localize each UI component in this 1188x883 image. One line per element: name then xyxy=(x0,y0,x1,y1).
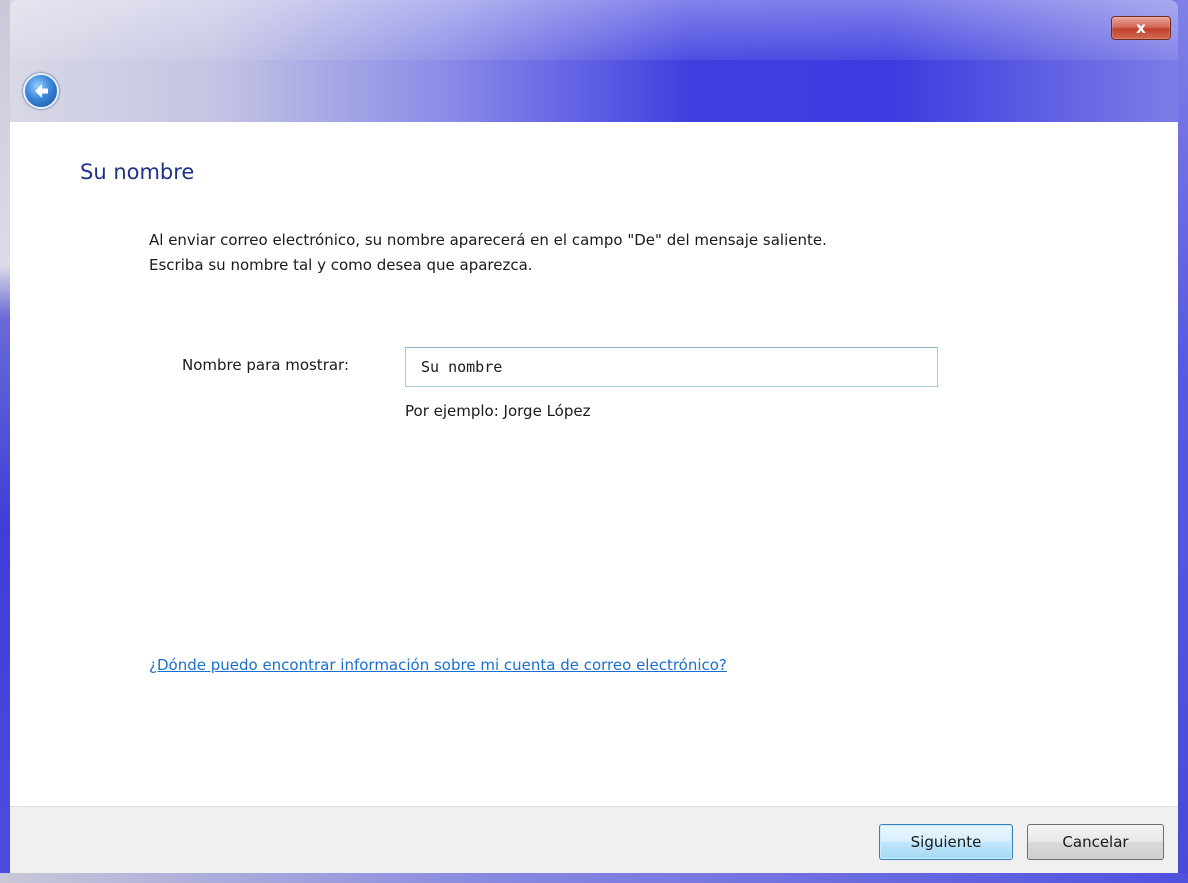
display-name-label: Nombre para mostrar: xyxy=(182,356,350,374)
cancel-button[interactable]: Cancelar xyxy=(1027,824,1164,860)
title-bar-sheen xyxy=(10,0,1178,60)
wizard-window: x Su nombre Al enviar correo electrónico… xyxy=(0,0,1188,883)
wizard-content xyxy=(10,122,1178,806)
window-frame-left xyxy=(0,0,10,883)
example-text: Por ejemplo: Jorge López xyxy=(405,402,591,420)
display-name-input[interactable] xyxy=(405,347,938,387)
back-arrow-icon xyxy=(35,84,48,98)
intro-line-1: Al enviar correo electrónico, su nombre … xyxy=(149,231,827,249)
close-icon: x xyxy=(1136,19,1146,37)
intro-text: Al enviar correo electrónico, su nombre … xyxy=(149,228,827,278)
help-link[interactable]: ¿Dónde puedo encontrar información sobre… xyxy=(149,656,727,674)
page-title: Su nombre xyxy=(80,160,195,184)
back-button[interactable] xyxy=(23,73,59,109)
next-button[interactable]: Siguiente xyxy=(879,824,1013,860)
intro-line-2: Escriba su nombre tal y como desea que a… xyxy=(149,256,533,274)
window-frame-bottom xyxy=(0,873,1188,883)
window-frame-right xyxy=(1178,0,1188,883)
close-button[interactable]: x xyxy=(1111,16,1171,40)
